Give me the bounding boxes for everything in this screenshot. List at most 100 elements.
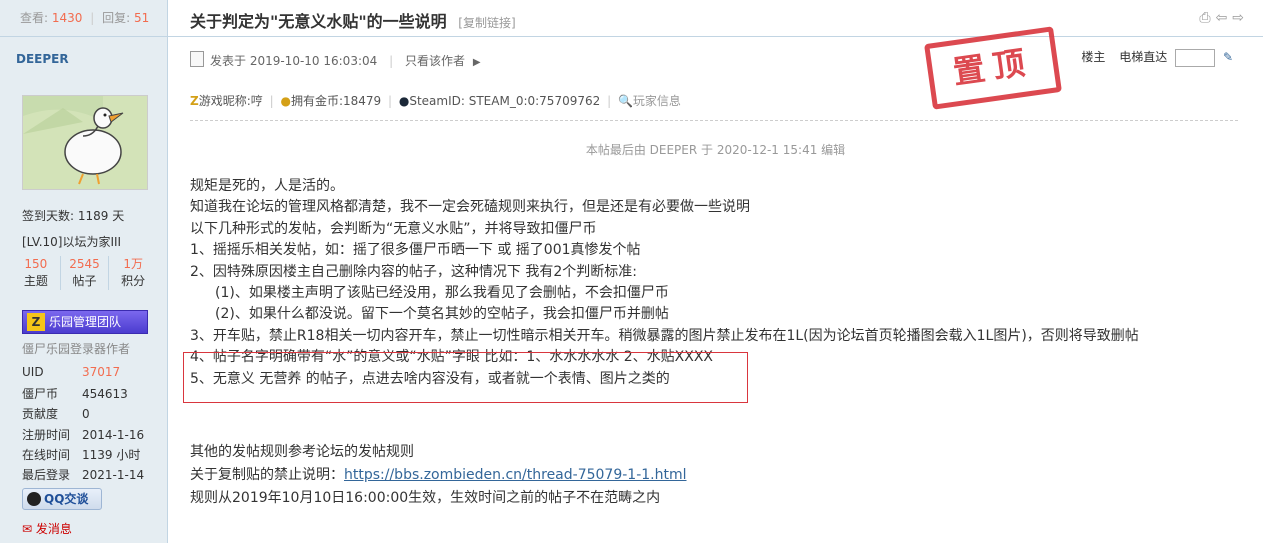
posted-at: 发表于 2019-10-10 16:03:04 [210,54,378,68]
info-zombie-coins: 僵尸币 454613 [22,385,128,402]
prev-thread-icon[interactable]: ⇦ [1216,10,1233,26]
count-topics-value: 150 [24,257,48,271]
thread-stats: 查看: 1430 | 回复: 51 [0,0,167,37]
floor-nav: 楼主 电梯直达 ✎ [1081,48,1233,67]
envelope-icon: ✉ [22,522,33,536]
replies-count: 51 [134,11,150,25]
floor-label: 楼主 [1081,50,1106,64]
team-badge[interactable]: Z 乐园管理团队 [22,310,148,334]
content-line: 3、开车贴，禁止R18相关一切内容开车，禁止一切性暗示相关开车。稍微暴露的图片禁… [190,327,1139,344]
author-name[interactable]: DEEPER [16,52,69,66]
post-footer-content: 其他的发帖规则参考论坛的发帖规则 关于复制贴的禁止说明：https://bbs.… [190,441,687,510]
count-points-label: 积分 [121,274,146,288]
content-line: 以下几种形式的发帖，会判断为“无意义水贴”，并将导致扣僵尸币 [190,220,597,237]
count-posts-value: 2545 [69,257,100,271]
views-count: 1430 [51,11,83,25]
info-key: 僵尸币 [22,387,59,401]
info-key: 最后登录 [22,468,71,482]
floor-jump-input[interactable] [1175,48,1216,67]
signin-days: 签到天数: 1189 天 [22,209,125,223]
title-tools: ⎙⇦⇨ [1199,10,1249,26]
views-label: 查看: [20,11,49,25]
title-bar: 关于判定为"无意义水贴"的一些说明 [复制链接] ⎙⇦⇨ [168,0,1263,37]
info-value: 2021-1-14 [82,468,145,482]
count-points[interactable]: 1万 积分 [109,256,157,290]
info-value: 1139 小时 [82,448,141,462]
count-topics[interactable]: 150 主题 [12,256,61,290]
count-topics-label: 主题 [23,274,48,288]
meta-separator: | [607,94,612,108]
copy-thread-label: 关于复制贴的禁止说明： [190,467,344,483]
user-level[interactable]: [LV.10]以坛为家III [22,233,121,250]
content-line: 其他的发帖规则参考论坛的发帖规则 [190,444,414,460]
replies-label: 回复: [102,11,131,25]
info-key: 注册时间 [22,428,71,442]
player-info-link[interactable]: 玩家信息 [633,94,681,108]
info-value: 454613 [82,387,128,401]
content-line: 2、因特殊原因楼主自己删除内容的帖子，这种情况下 我有2个判断标准: [190,263,637,280]
meta-separator: | [269,94,274,108]
content-line: 知道我在论坛的管理风格都清楚，我不一定会死磕规则来执行，但是还是有必要做一些说明 [190,199,750,216]
avatar[interactable] [22,95,148,190]
count-posts[interactable]: 2545 帖子 [61,256,110,290]
only-author-link[interactable]: 只看该作者 [405,54,465,68]
qq-chat-label: QQ交谈 [44,492,89,506]
stats-separator: | [90,11,95,25]
coins: 拥有金币:18479 [290,94,382,108]
player-meta: Z游戏昵称:哼 | ●拥有金币:18479 | ●SteamID: STEAM_… [190,92,681,109]
content-line: (2)、如果什么都没说。留下一个莫名其妙的空帖子，我会扣僵尸币并删帖 [215,306,669,323]
thread-title: 关于判定为"无意义水贴"的一些说明 [复制链接] [190,8,516,32]
steam-icon: ● [398,94,410,108]
game-nick-icon: Z [190,94,199,108]
next-thread-icon[interactable]: ⇨ [1232,10,1249,26]
edit-note: 本帖最后由 DEEPER 于 2020-12-1 15:41 编辑 [585,143,846,157]
meta-separator: | [387,94,393,108]
info-online-time: 在线时间 1139 小时 [22,446,140,463]
game-nick: 游戏昵称:哼 [198,94,263,108]
magnifier-icon: 🔍 [617,94,633,108]
count-points-value: 1万 [123,257,143,271]
author-role: 僵尸乐园登录器作者 [22,342,131,356]
print-icon[interactable]: ⎙ [1199,10,1215,26]
pinned-stamp: 置顶 [924,26,1062,110]
qq-chat-button[interactable]: QQ交谈 [22,488,102,510]
info-uid: UID 37017 [22,365,120,379]
qq-penguin-icon [27,492,41,506]
copy-thread-note: 关于复制贴的禁止说明：https://bbs.zombieden.cn/thre… [190,464,687,487]
zombie-z-icon: Z [27,313,45,331]
info-register-date: 注册时间 2014-1-16 [22,426,144,443]
goose-avatar-image [23,96,147,189]
content-line: 规矩是死的，人是活的。 [190,178,344,194]
steam-id: SteamID: STEAM_0:0:75709762 [409,94,601,108]
copy-link[interactable]: [复制链接] [458,16,515,30]
elevator-label: 电梯直达 [1119,50,1168,64]
info-key: 在线时间 [22,448,71,462]
highlight-box [183,352,748,403]
info-contribution: 贡献度 0 [22,405,90,422]
play-arrow-icon: ▶ [472,57,481,68]
count-posts-label: 帖子 [72,274,97,288]
info-value: 0 [82,407,90,421]
jump-go-icon[interactable]: ✎ [1223,50,1233,64]
copy-thread-link[interactable]: https://bbs.zombieden.cn/thread-75079-1-… [344,467,687,483]
author-sidebar: 查看: 1430 | 回复: 51 DEEPER 签到天数: 1189 天 [L… [0,0,168,543]
coin-icon: ● [280,94,291,108]
meta-divider [190,120,1238,121]
author-counts: 150 主题 2545 帖子 1万 积分 [12,256,157,290]
content-line: (1)、如果楼主声明了该贴已经没用，那么我看见了会删帖，不会扣僵尸币 [215,285,669,302]
info-key: 贡献度 [22,407,59,421]
info-last-login: 最后登录 2021-1-14 [22,466,144,483]
team-badge-label: 乐园管理团队 [49,315,122,329]
thread-title-text: 关于判定为"无意义水贴"的一些说明 [190,12,447,31]
send-message-link[interactable]: ✉ 发消息 [22,520,72,537]
info-key: UID [22,365,44,379]
info-value: 37017 [82,365,121,379]
document-icon [190,51,204,67]
info-value: 2014-1-16 [82,428,145,442]
send-message-label: 发消息 [35,522,72,536]
meta-separator: | [389,54,394,68]
content-line: 规则从2019年10月10日16:00:00生效，生效时间之前的帖子不在范畴之内 [190,490,661,506]
post-meta: 发表于 2019-10-10 16:03:04 | 只看该作者 ▶ [190,51,481,69]
content-line: 1、摇摇乐相关发帖，如：摇了很多僵尸币晒一下 或 摇了001真惨发个帖 [190,242,641,259]
post-main: 关于判定为"无意义水贴"的一些说明 [复制链接] ⎙⇦⇨ 发表于 2019-10… [168,0,1263,543]
